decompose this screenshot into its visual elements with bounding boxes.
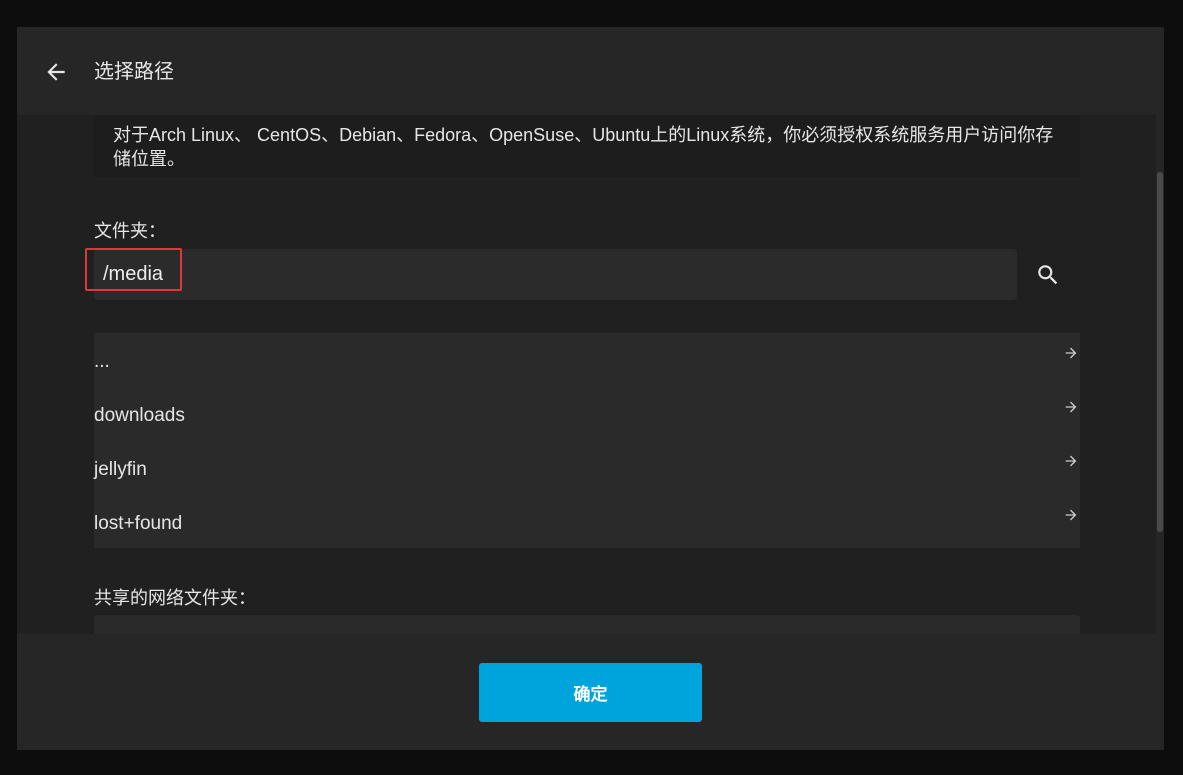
ok-button[interactable]: 确定 bbox=[479, 663, 702, 722]
directory-name: ... bbox=[94, 351, 110, 372]
dialog-title: 选择路径 bbox=[94, 61, 174, 83]
search-button[interactable] bbox=[1031, 258, 1065, 292]
arrow-right-icon bbox=[1065, 455, 1077, 467]
dialog-header: 选择路径 bbox=[17, 27, 1164, 115]
list-item[interactable]: lost+found bbox=[94, 495, 1080, 549]
folder-label: 文件夹： bbox=[94, 221, 166, 241]
linux-permission-note: 对于Arch Linux、 CentOS、Debian、Fedora、OpenS… bbox=[94, 115, 1080, 177]
list-item[interactable]: jellyfin bbox=[94, 441, 1080, 495]
directory-list: ... downloads jellyfin lost+found bbox=[94, 333, 1080, 548]
directory-name: downloads bbox=[94, 405, 185, 426]
directory-name: jellyfin bbox=[94, 459, 147, 480]
network-share-label: 共享的网络文件夹： bbox=[94, 588, 256, 608]
arrow-right-icon bbox=[1065, 401, 1077, 413]
search-icon bbox=[1038, 265, 1058, 285]
list-item[interactable]: ... bbox=[94, 333, 1080, 387]
dialog-content: 对于Arch Linux、 CentOS、Debian、Fedora、OpenS… bbox=[17, 115, 1164, 634]
arrow-right-icon bbox=[1065, 509, 1077, 521]
dialog-footer: 确定 bbox=[17, 634, 1164, 750]
folder-path-input[interactable] bbox=[94, 249, 1017, 300]
arrow-left-icon bbox=[47, 63, 65, 81]
network-share-input[interactable] bbox=[94, 615, 1080, 634]
arrow-right-icon bbox=[1065, 347, 1077, 359]
back-button[interactable] bbox=[41, 57, 71, 87]
scrollbar[interactable] bbox=[1156, 115, 1164, 634]
scrollbar-thumb[interactable] bbox=[1157, 172, 1163, 532]
list-item[interactable]: downloads bbox=[94, 387, 1080, 441]
note-text: 对于Arch Linux、 CentOS、Debian、Fedora、OpenS… bbox=[113, 125, 1054, 169]
select-path-dialog: 选择路径 对于Arch Linux、 CentOS、Debian、Fedora、… bbox=[17, 27, 1164, 750]
directory-name: lost+found bbox=[94, 513, 183, 534]
